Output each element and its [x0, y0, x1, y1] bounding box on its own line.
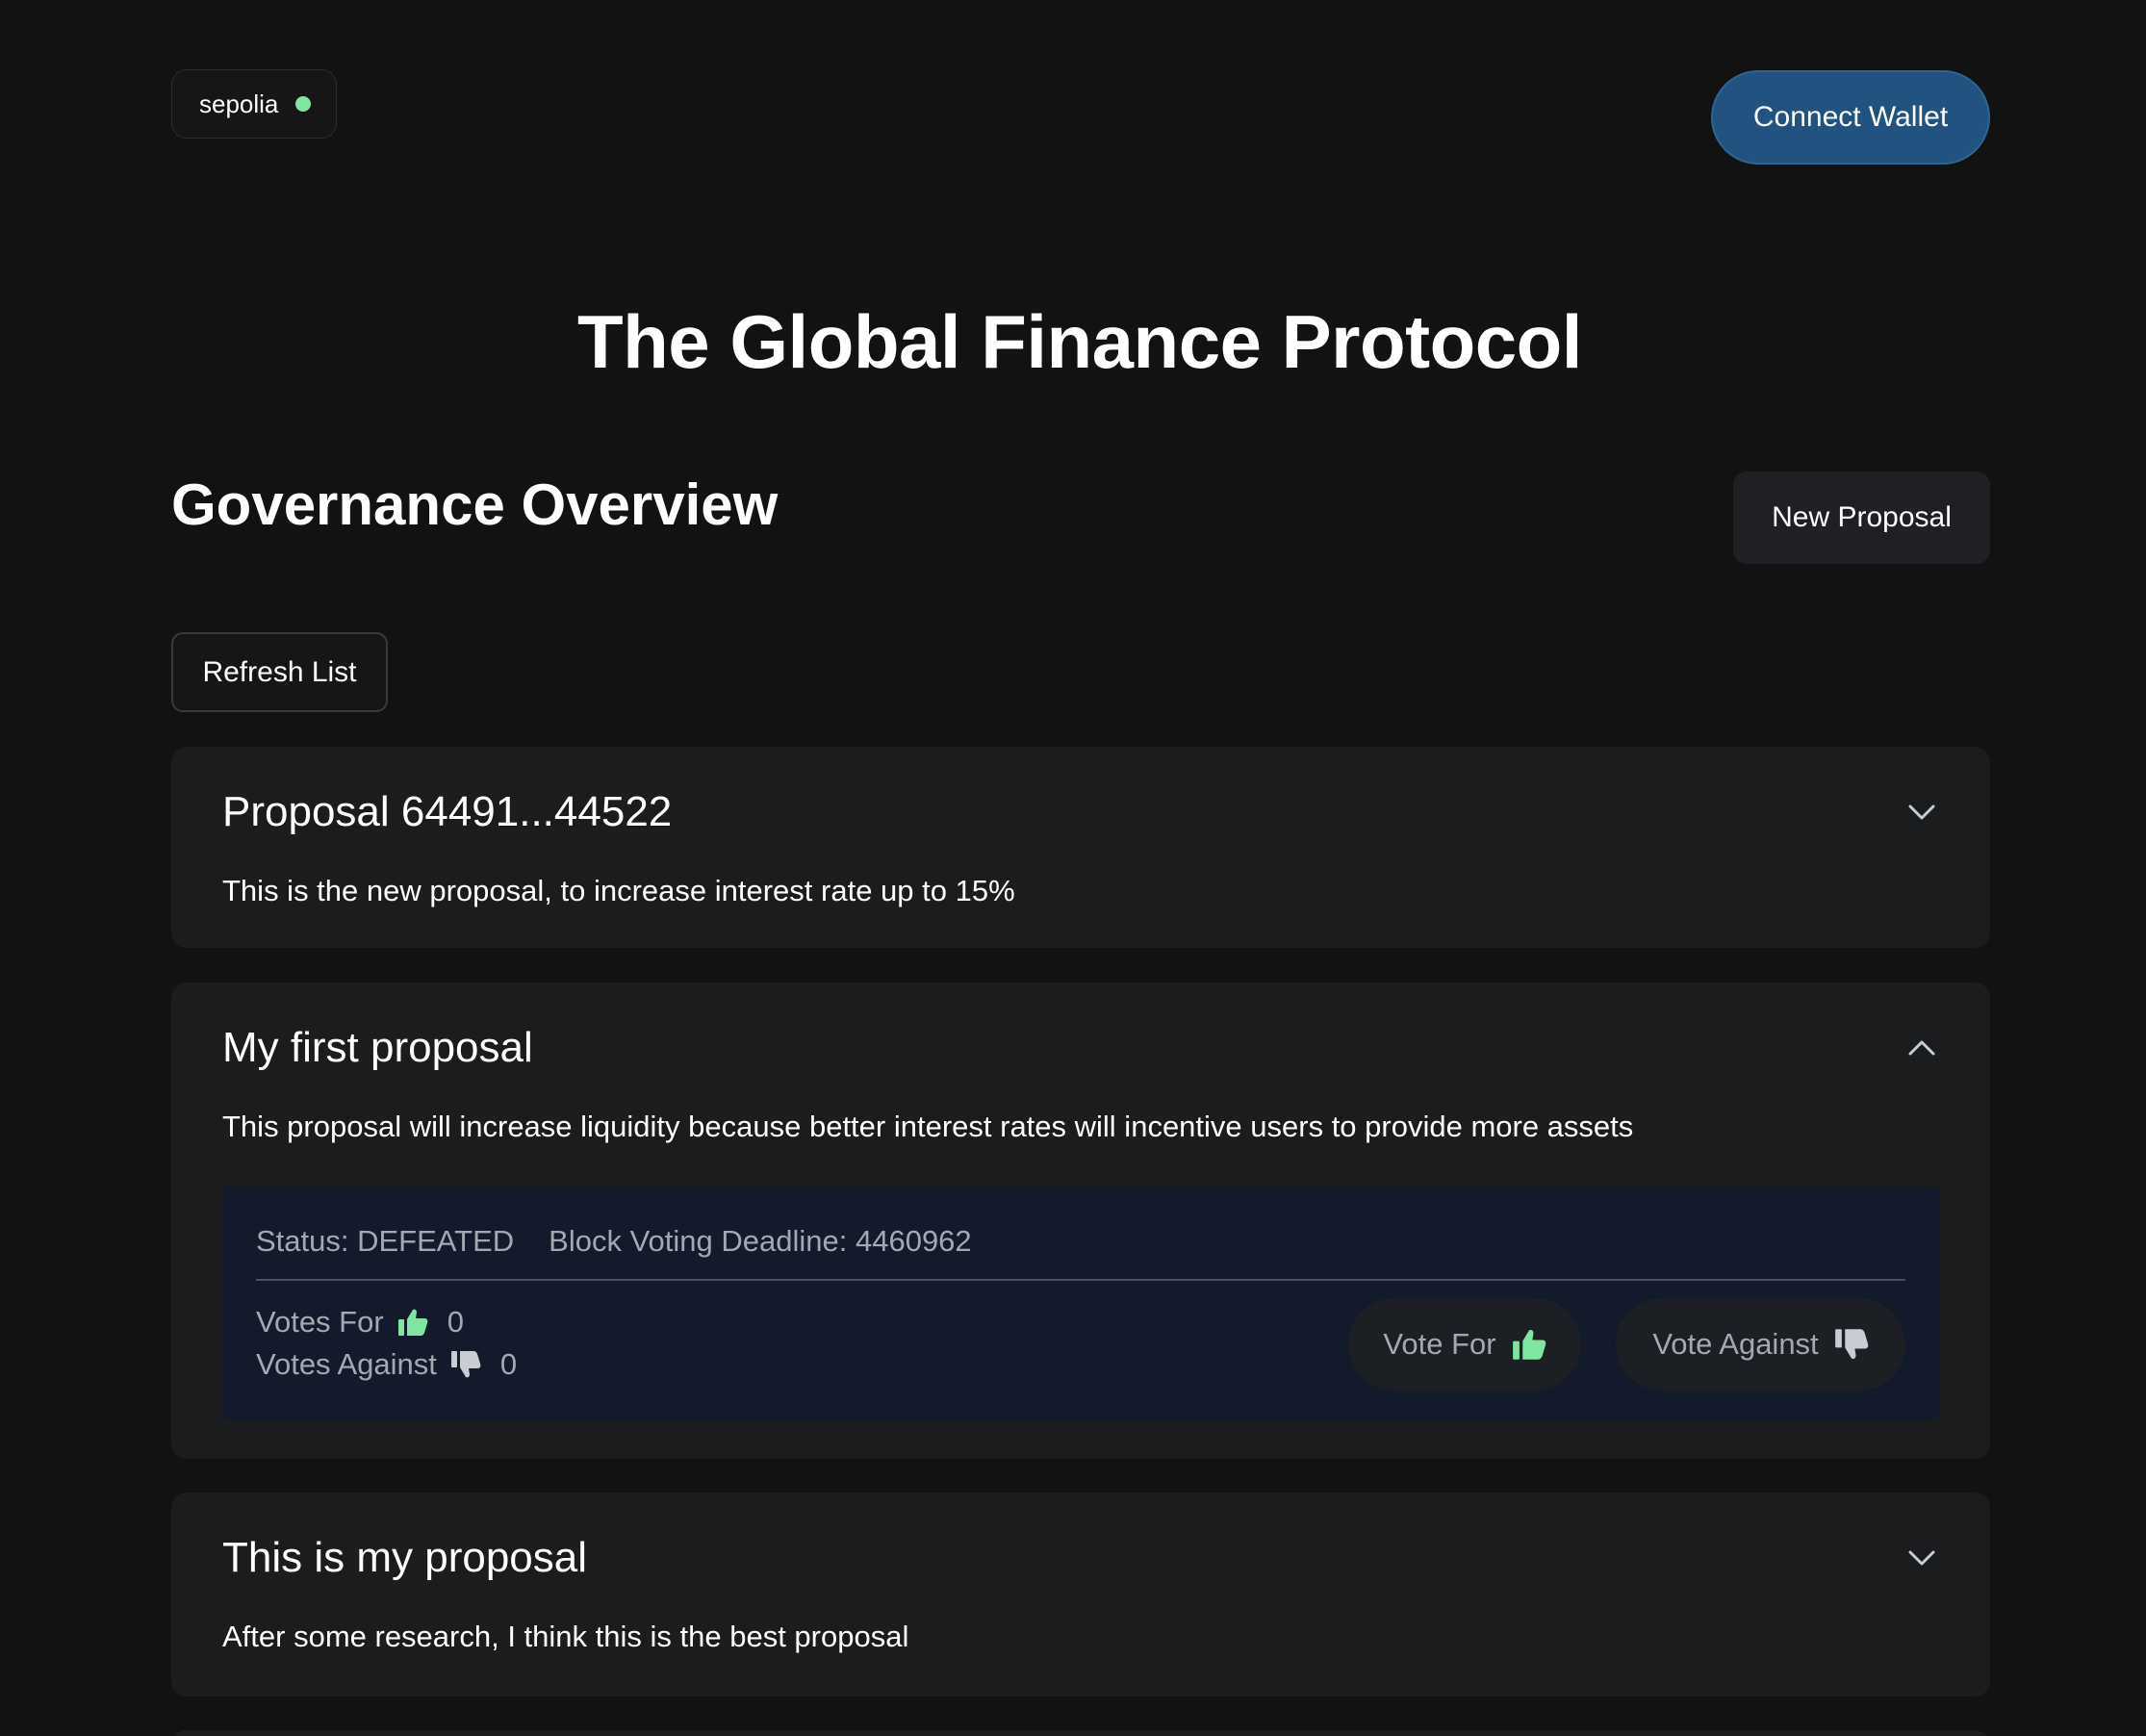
proposal-description: After some research, I think this is the…	[222, 1620, 909, 1653]
governance-title: Governance Overview	[171, 472, 779, 537]
app-title: The Global Finance Protocol	[577, 299, 1582, 384]
proposal-details-panel: Status: DEFEATED Block Voting Deadline: …	[222, 1187, 1939, 1420]
votes-against-row: Votes Against 0	[256, 1343, 517, 1386]
proposal-title: My first proposal	[222, 1024, 533, 1071]
vote-for-button[interactable]: Vote For	[1348, 1298, 1581, 1391]
votes-against-count: 0	[499, 1347, 518, 1381]
proposal-meta: Status: DEFEATED Block Voting Deadline: …	[256, 1224, 972, 1259]
proposal-card: Proposal 64491...44522 This is the new p…	[171, 747, 1990, 948]
proposal-description: This proposal will increase liquidity be…	[222, 1110, 1634, 1143]
network-status-dot-icon	[295, 96, 312, 112]
refresh-list-button[interactable]: Refresh List	[171, 632, 388, 712]
proposal-status: Status: DEFEATED	[256, 1224, 515, 1258]
voting-deadline: Block Voting Deadline: 4460962	[549, 1224, 972, 1258]
thumbs-up-icon	[1512, 1328, 1546, 1361]
proposal-card	[171, 1730, 1990, 1736]
vote-against-label: Vote Against	[1652, 1327, 1819, 1361]
chevron-up-icon[interactable]	[1904, 1031, 1939, 1065]
chevron-down-icon[interactable]	[1904, 1541, 1939, 1575]
vote-against-button[interactable]: Vote Against	[1616, 1298, 1905, 1391]
thumbs-down-icon	[1834, 1328, 1869, 1361]
connect-wallet-button[interactable]: Connect Wallet	[1711, 70, 1990, 165]
proposal-header[interactable]: Proposal 64491...44522	[222, 783, 1939, 841]
votes-for-label: Votes For	[256, 1305, 384, 1339]
proposal-card: My first proposal This proposal will inc…	[171, 983, 1990, 1459]
network-label: sepolia	[199, 89, 279, 118]
governance-page: sepolia Connect Wallet The Global Financ…	[0, 0, 2146, 1736]
proposal-title: This is my proposal	[222, 1534, 588, 1581]
thumbs-up-icon	[397, 1308, 428, 1337]
proposal-header[interactable]: This is my proposal	[222, 1529, 1939, 1587]
thumbs-down-icon	[450, 1350, 481, 1379]
proposal-description: This is the new proposal, to increase in…	[222, 874, 1015, 907]
divider	[256, 1279, 1905, 1281]
votes-against-label: Votes Against	[256, 1347, 437, 1381]
vote-counts: Votes For 0 Votes Against 0	[256, 1301, 517, 1386]
vote-for-label: Vote For	[1383, 1327, 1496, 1361]
chevron-down-icon[interactable]	[1904, 795, 1939, 830]
proposal-card: This is my proposal After some research,…	[171, 1493, 1990, 1697]
proposal-title: Proposal 64491...44522	[222, 788, 673, 835]
new-proposal-button[interactable]: New Proposal	[1733, 472, 1990, 564]
proposal-header[interactable]: My first proposal	[222, 1019, 1939, 1077]
votes-for-row: Votes For 0	[256, 1301, 517, 1343]
network-badge: sepolia	[171, 69, 338, 139]
votes-for-count: 0	[447, 1305, 464, 1339]
